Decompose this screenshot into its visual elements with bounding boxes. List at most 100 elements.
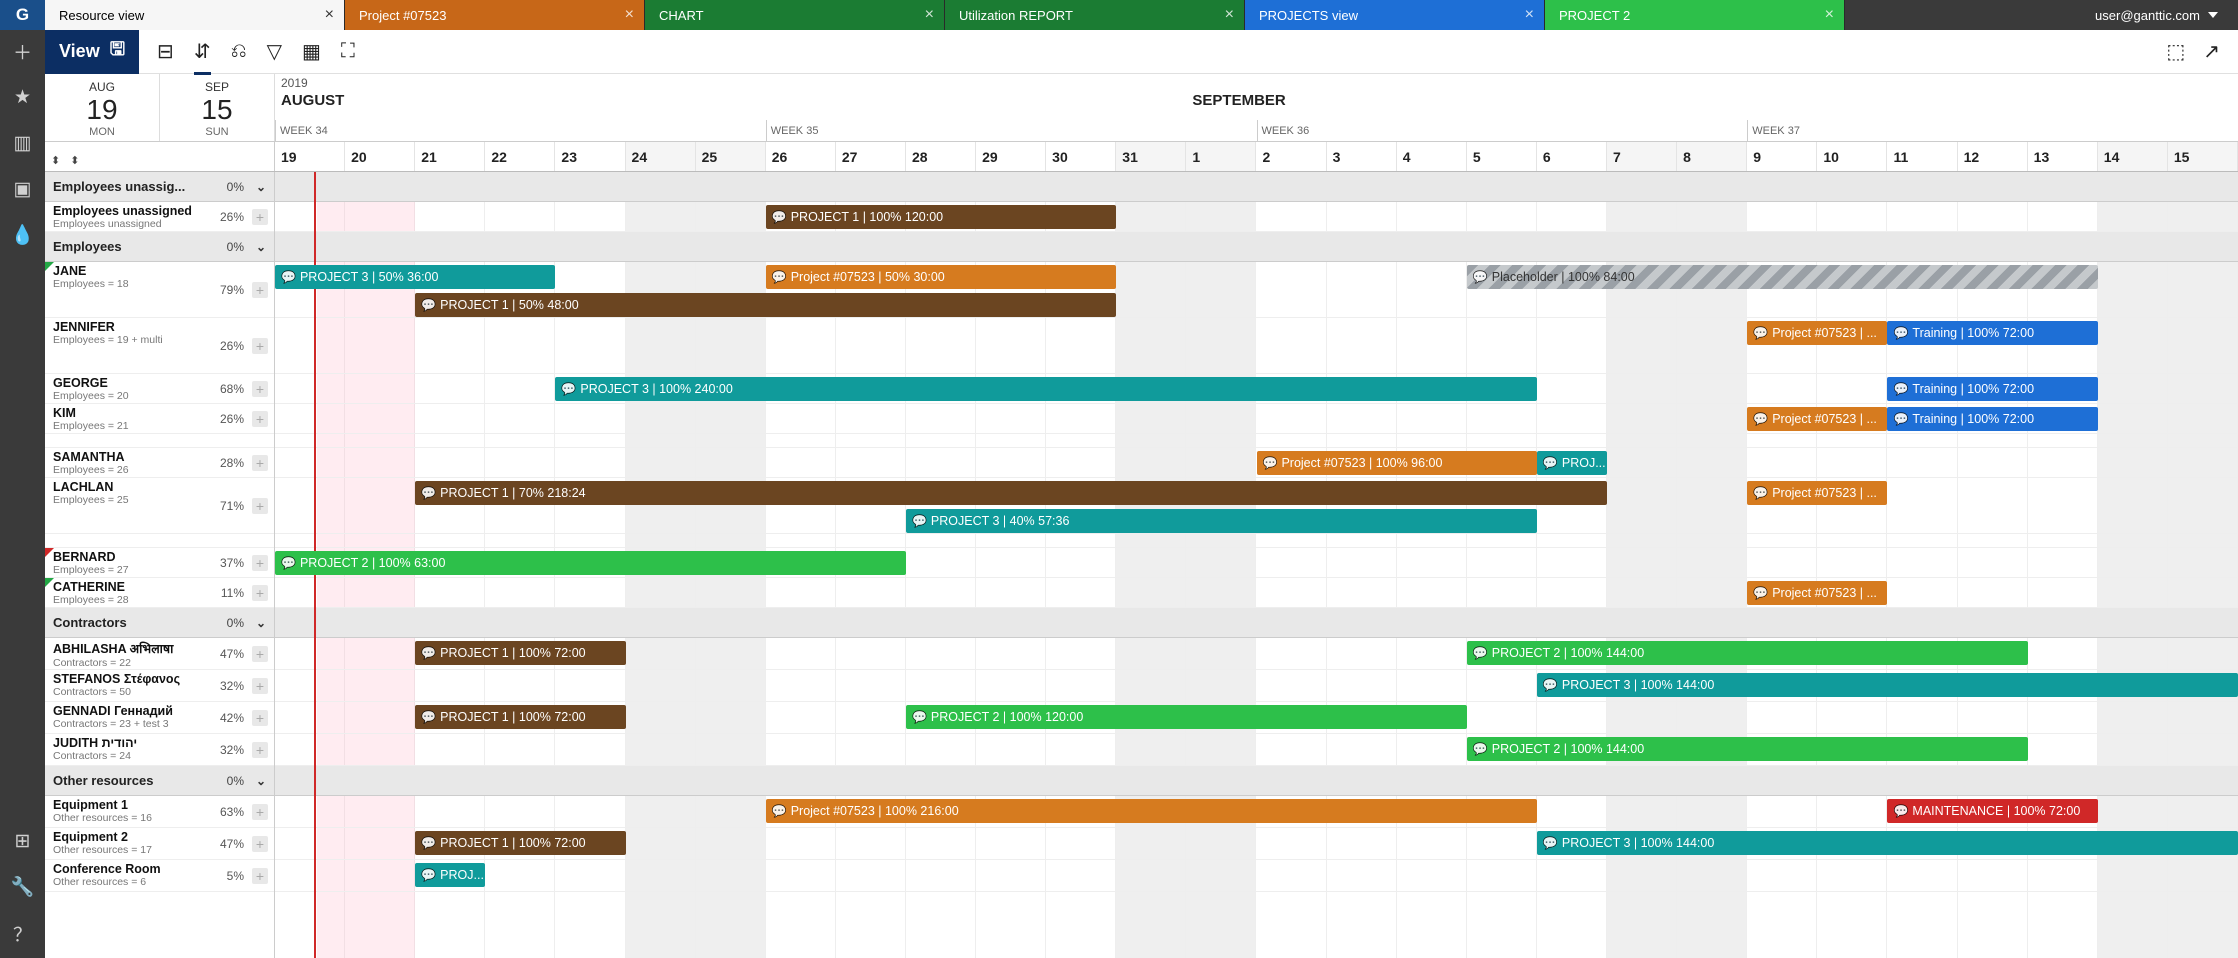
resource-row[interactable]: GENNADI ГеннадийContractors = 23 + test … bbox=[45, 702, 274, 734]
add-task-button[interactable]: + bbox=[252, 585, 268, 601]
task-bar[interactable]: 💬PROJECT 1 | 70% 218:24 bbox=[415, 481, 1607, 505]
date-to[interactable]: SEP 15 SUN bbox=[160, 74, 275, 141]
resource-row[interactable]: Equipment 2Other resources = 1747%+ bbox=[45, 828, 274, 860]
wrench-icon[interactable]: 🔧 bbox=[12, 876, 34, 898]
day-header[interactable]: 20 bbox=[345, 142, 415, 171]
group-header[interactable]: Other resources0%⌄ bbox=[45, 766, 274, 796]
chevron-down-icon[interactable]: ⌄ bbox=[256, 240, 266, 254]
user-menu[interactable]: user@ganttic.com bbox=[2075, 0, 2238, 30]
add-task-button[interactable]: + bbox=[252, 678, 268, 694]
task-bar[interactable]: 💬Project #07523 | ... bbox=[1747, 321, 1887, 345]
add-task-button[interactable]: + bbox=[252, 455, 268, 471]
task-bar[interactable]: 💬Training | 100% 72:00 bbox=[1887, 407, 2097, 431]
day-header[interactable]: 3 bbox=[1327, 142, 1397, 171]
day-header[interactable]: 14 bbox=[2098, 142, 2168, 171]
task-bar[interactable]: 💬PROJECT 1 | 100% 120:00 bbox=[766, 205, 1117, 229]
task-bar[interactable]: 💬PROJECT 3 | 100% 144:00 bbox=[1537, 673, 2238, 697]
resource-row[interactable]: LACHLANEmployees = 2571%+ bbox=[45, 478, 274, 534]
share-icon[interactable]: ↗ bbox=[2203, 39, 2220, 64]
add-task-button[interactable]: + bbox=[252, 742, 268, 758]
timeline-row[interactable]: 💬Project #07523 | ...💬Training | 100% 72… bbox=[275, 318, 2238, 374]
resource-row[interactable]: STEFANOS ΣτέφανοςContractors = 5032%+ bbox=[45, 670, 274, 702]
fullscreen-icon[interactable]: ⛶ bbox=[341, 40, 355, 63]
timeline-row[interactable]: 💬Project #07523 | ...💬Training | 100% 72… bbox=[275, 404, 2238, 434]
day-header[interactable]: 4 bbox=[1397, 142, 1467, 171]
resource-row[interactable]: Conference RoomOther resources = 65%+ bbox=[45, 860, 274, 892]
date-from[interactable]: AUG 19 MON bbox=[45, 74, 160, 141]
add-task-button[interactable]: + bbox=[252, 836, 268, 852]
day-header[interactable]: 26 bbox=[766, 142, 836, 171]
timeline-row[interactable]: 💬PROJ... bbox=[275, 860, 2238, 892]
task-bar[interactable]: 💬Project #07523 | 100% 216:00 bbox=[766, 799, 1537, 823]
resource-row[interactable]: GEORGEEmployees = 2068%+ bbox=[45, 374, 274, 404]
day-header[interactable]: 25 bbox=[696, 142, 766, 171]
group-icon[interactable]: ⎌ bbox=[231, 40, 247, 63]
day-header[interactable]: 12 bbox=[1958, 142, 2028, 171]
import-icon[interactable]: ⬚ bbox=[2166, 39, 2185, 64]
timeline-row[interactable]: 💬Project #07523 | 100% 96:00💬PROJ... bbox=[275, 448, 2238, 478]
task-bar[interactable]: 💬Placeholder | 100% 84:00 bbox=[1467, 265, 2098, 289]
day-header[interactable]: 6 bbox=[1537, 142, 1607, 171]
resource-row[interactable]: BERNARDEmployees = 2737%+ bbox=[45, 548, 274, 578]
timeline-row[interactable]: 💬PROJECT 3 | 100% 240:00💬Training | 100%… bbox=[275, 374, 2238, 404]
timeline-row[interactable]: 💬PROJECT 1 | 100% 72:00 💬PROJECT 2 | 100%… bbox=[275, 638, 2238, 670]
task-bar[interactable]: 💬PROJECT 2 | 100% 63:00 bbox=[275, 551, 906, 575]
task-bar[interactable]: 💬PROJECT 3 | 50% 36:00 bbox=[275, 265, 555, 289]
task-bar[interactable]: 💬PROJ... bbox=[1537, 451, 1607, 475]
clipboard-icon[interactable]: ▣ bbox=[12, 178, 34, 200]
task-bar[interactable]: 💬PROJ... bbox=[415, 863, 485, 887]
task-bar[interactable]: 💬PROJECT 1 | 50% 48:00 bbox=[415, 293, 1116, 317]
day-header[interactable]: 7 bbox=[1607, 142, 1677, 171]
resource-row[interactable]: SAMANTHAEmployees = 2628%+ bbox=[45, 448, 274, 478]
day-header[interactable]: 13 bbox=[2028, 142, 2098, 171]
save-icon[interactable]: 🖫 bbox=[110, 37, 125, 67]
task-bar[interactable]: 💬Project #07523 | ... bbox=[1747, 407, 1887, 431]
resource-row[interactable]: CATHERINEEmployees = 2811%+ bbox=[45, 578, 274, 608]
day-header[interactable]: 15 bbox=[2168, 142, 2238, 171]
task-bar[interactable]: 💬PROJECT 1 | 100% 72:00 bbox=[415, 641, 625, 665]
day-header[interactable]: 31 bbox=[1116, 142, 1186, 171]
star-icon[interactable]: ★ bbox=[12, 86, 34, 108]
add-task-button[interactable]: + bbox=[252, 868, 268, 884]
task-bar[interactable]: 💬PROJECT 3 | 100% 144:00 bbox=[1537, 831, 2238, 855]
resource-row[interactable]: JUDITH יהודיתContractors = 2432%+ bbox=[45, 734, 274, 766]
tab-resource-view[interactable]: Resource view× bbox=[45, 0, 345, 30]
close-icon[interactable]: × bbox=[1225, 6, 1234, 24]
task-bar[interactable]: 💬PROJECT 2 | 100% 120:00 bbox=[906, 705, 1467, 729]
day-header[interactable]: 22 bbox=[485, 142, 555, 171]
task-bar[interactable]: 💬Training | 100% 72:00 bbox=[1887, 377, 2097, 401]
task-bar[interactable]: 💬PROJECT 2 | 100% 144:00 bbox=[1467, 641, 2028, 665]
timeline-body[interactable]: 💬PROJECT 1 | 100% 120:00 💬PROJECT 3 | 50%… bbox=[275, 172, 2238, 958]
columns-icon[interactable]: ▦ bbox=[302, 39, 321, 64]
close-icon[interactable]: × bbox=[625, 6, 634, 24]
tab-utilization-report[interactable]: Utilization REPORT× bbox=[945, 0, 1245, 30]
task-bar[interactable]: 💬Project #07523 | ... bbox=[1747, 581, 1887, 605]
task-bar[interactable]: 💬MAINTENANCE | 100% 72:00 bbox=[1887, 799, 2097, 823]
chart-icon[interactable]: ▥ bbox=[12, 132, 34, 154]
timeline-row[interactable]: 💬PROJECT 2 | 100% 63:00 bbox=[275, 548, 2238, 578]
tab-projects-view[interactable]: PROJECTS view× bbox=[1245, 0, 1545, 30]
task-bar[interactable]: 💬PROJECT 1 | 100% 72:00 bbox=[415, 831, 625, 855]
tab-project-2[interactable]: PROJECT 2× bbox=[1545, 0, 1845, 30]
group-header[interactable]: Employees unassig...0%⌄ bbox=[45, 172, 274, 202]
sort-asc-icon[interactable]: ⬍ bbox=[51, 154, 60, 167]
resource-row[interactable]: JENNIFEREmployees = 19 + multi26%+ bbox=[45, 318, 274, 374]
timeline-row[interactable]: 💬PROJECT 1 | 100% 120:00 bbox=[275, 202, 2238, 232]
resource-row[interactable]: KIMEmployees = 2126%+ bbox=[45, 404, 274, 434]
tab-project-07523[interactable]: Project #07523× bbox=[345, 0, 645, 30]
timeline-row[interactable]: 💬PROJECT 1 | 100% 72:00 💬PROJECT 3 | 100%… bbox=[275, 828, 2238, 860]
app-logo[interactable]: G bbox=[0, 0, 45, 30]
close-icon[interactable]: × bbox=[1825, 6, 1834, 24]
add-task-button[interactable]: + bbox=[252, 555, 268, 571]
add-task-button[interactable]: + bbox=[252, 381, 268, 397]
resource-row[interactable]: Employees unassignedEmployees unassigned… bbox=[45, 202, 274, 232]
filter-icon[interactable]: ▽ bbox=[267, 39, 282, 64]
close-icon[interactable]: × bbox=[925, 6, 934, 24]
task-bar[interactable]: 💬PROJECT 1 | 100% 72:00 bbox=[415, 705, 625, 729]
chevron-down-icon[interactable]: ⌄ bbox=[256, 616, 266, 630]
task-bar[interactable]: 💬Training | 100% 72:00 bbox=[1887, 321, 2097, 345]
task-bar[interactable]: 💬Project #07523 | 100% 96:00 bbox=[1257, 451, 1537, 475]
day-header[interactable]: 10 bbox=[1817, 142, 1887, 171]
task-bar[interactable]: 💬Project #07523 | 50% 30:00 bbox=[766, 265, 1117, 289]
tab-chart[interactable]: CHART× bbox=[645, 0, 945, 30]
